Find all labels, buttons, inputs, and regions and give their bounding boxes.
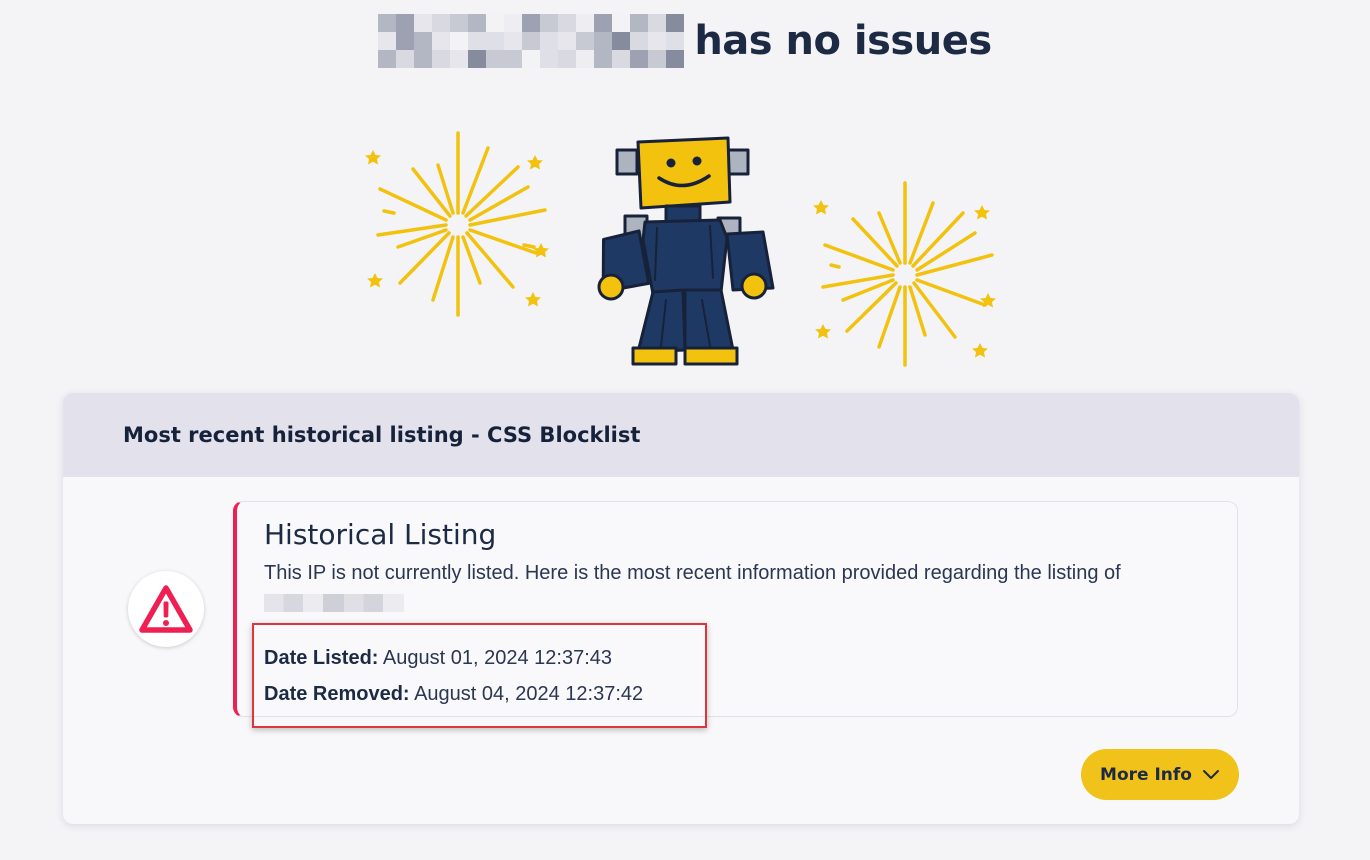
redaction-pixel	[612, 14, 631, 32]
redaction-pixel	[522, 14, 541, 32]
redaction-pixel	[666, 14, 685, 32]
listing-description: This IP is not currently listed. Here is…	[264, 559, 1214, 617]
redaction-pixel	[648, 50, 667, 68]
redaction-pixel	[630, 50, 649, 68]
redaction-pixel	[558, 50, 577, 68]
redaction-pixel	[432, 14, 451, 32]
redaction-pixel	[612, 32, 631, 50]
listing-dates: Date Listed: August 01, 2024 12:37:43 Da…	[264, 640, 643, 712]
redaction-pixel	[576, 32, 595, 50]
headline-status-text: has no issues	[694, 18, 992, 64]
redaction-pixel	[468, 50, 487, 68]
redaction-pixel	[540, 50, 559, 68]
redaction-pixel	[594, 50, 613, 68]
redaction-pixel	[558, 14, 577, 32]
chevron-down-icon	[1202, 769, 1219, 779]
redaction-pixel	[378, 32, 397, 50]
redaction-pixel	[468, 14, 487, 32]
redaction-pixel	[630, 32, 649, 50]
redaction-pixel	[414, 50, 433, 68]
date-removed-value: August 04, 2024 12:37:42	[414, 683, 644, 705]
date-removed-row: Date Removed: August 04, 2024 12:37:42	[264, 676, 643, 712]
redaction-pixel	[576, 14, 595, 32]
redaction-pixel	[450, 50, 469, 68]
warning-badge	[128, 571, 204, 647]
redaction-pixel	[504, 14, 523, 32]
redaction-pixel	[468, 32, 487, 50]
redaction-pixel	[630, 14, 649, 32]
redaction-pixel	[450, 32, 469, 50]
redaction-pixel	[540, 32, 559, 50]
redaction-pixel	[396, 32, 415, 50]
celebration-illustration	[365, 131, 996, 367]
redaction-pixel	[486, 50, 505, 68]
historical-listing-card: Most recent historical listing - CSS Blo…	[63, 393, 1299, 824]
redaction-pixel	[432, 32, 451, 50]
more-info-button[interactable]: More Info	[1081, 749, 1239, 800]
firework-icon	[821, 181, 994, 367]
redaction-pixel	[594, 14, 613, 32]
redaction-pixel	[648, 14, 667, 32]
redaction-pixel	[648, 32, 667, 50]
date-listed-row: Date Listed: August 01, 2024 12:37:43	[264, 640, 643, 676]
redaction-pixel	[504, 32, 523, 50]
redaction-pixel	[594, 32, 613, 50]
redaction-pixel	[666, 50, 685, 68]
warning-triangle-icon	[139, 585, 193, 633]
date-removed-label: Date Removed:	[264, 683, 410, 705]
redaction-pixel	[414, 14, 433, 32]
date-listed-label: Date Listed:	[264, 647, 379, 669]
redaction-pixel	[558, 32, 577, 50]
redaction-pixel	[450, 14, 469, 32]
redaction-pixel	[522, 32, 541, 50]
listing-description-text: This IP is not currently listed. Here is…	[264, 562, 1121, 584]
redacted-ip-address	[378, 14, 685, 68]
redaction-pixel	[522, 50, 541, 68]
page-headline: has no issues	[0, 14, 1370, 68]
listing-title: Historical Listing	[264, 518, 497, 551]
redaction-pixel	[540, 14, 559, 32]
redaction-pixel	[396, 14, 415, 32]
redaction-pixel	[378, 50, 397, 68]
redacted-ip-inline	[264, 593, 404, 612]
redaction-pixel	[396, 50, 415, 68]
robot-illustration	[597, 136, 775, 366]
redaction-pixel	[666, 32, 685, 50]
redaction-pixel	[576, 50, 595, 68]
date-listed-value: August 01, 2024 12:37:43	[382, 647, 613, 669]
redaction-pixel	[414, 32, 433, 50]
redaction-pixel	[486, 32, 505, 50]
firework-icon	[376, 131, 547, 317]
card-header-title: Most recent historical listing - CSS Blo…	[123, 423, 641, 447]
redaction-pixel	[504, 50, 523, 68]
listing-details: Historical Listing This IP is not curren…	[233, 501, 1238, 717]
redaction-pixel	[486, 14, 505, 32]
card-header: Most recent historical listing - CSS Blo…	[63, 393, 1299, 477]
redaction-pixel	[612, 50, 631, 68]
page: has no issues Most recent historical lis…	[0, 0, 1370, 860]
more-info-label: More Info	[1100, 764, 1192, 785]
redaction-pixel	[378, 14, 397, 32]
redaction-pixel	[432, 50, 451, 68]
